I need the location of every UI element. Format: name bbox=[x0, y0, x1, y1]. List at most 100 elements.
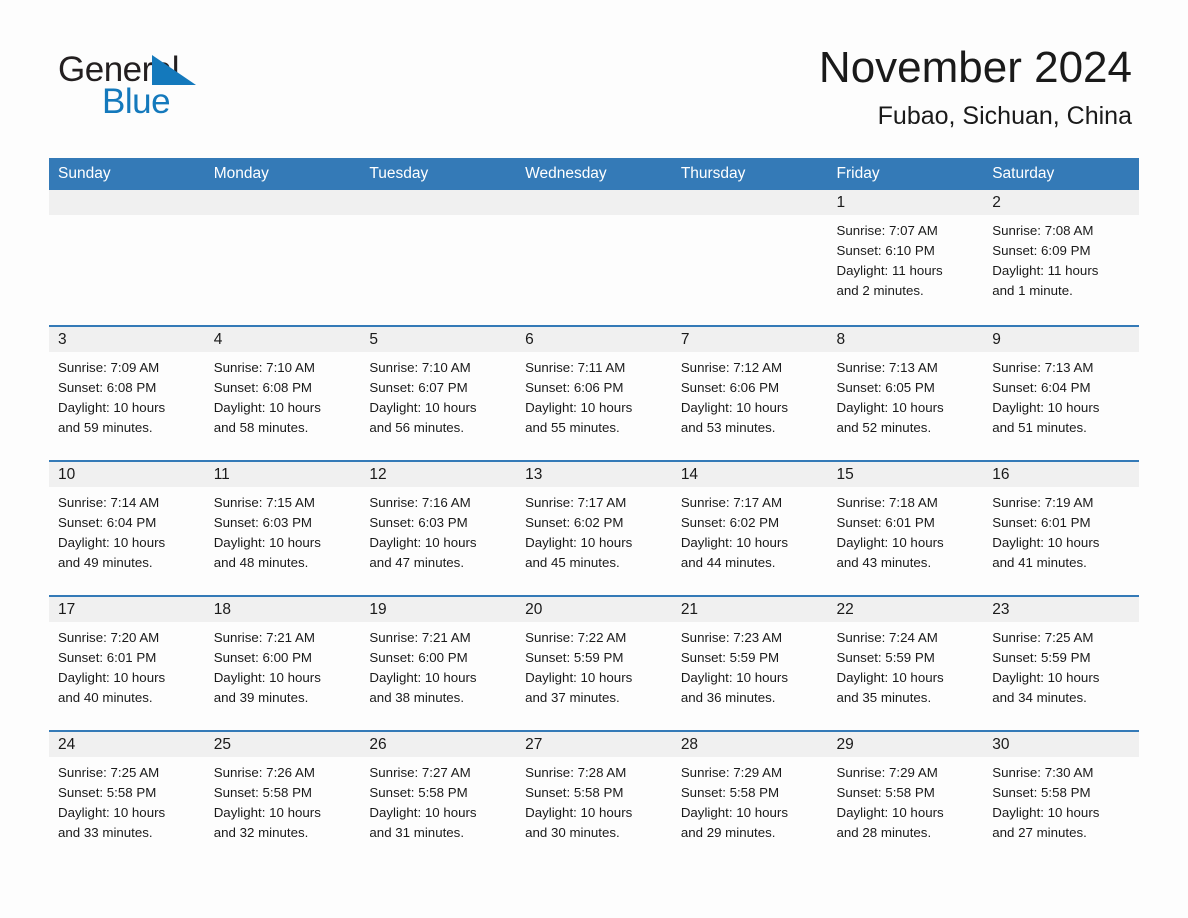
calendar-day-cell[interactable]: 17 Sunrise: 7:20 AM Sunset: 6:01 PM Dayligh… bbox=[49, 595, 205, 730]
daylight-text-line2: and 38 minutes. bbox=[369, 690, 465, 705]
daylight-text-line2: and 41 minutes. bbox=[992, 555, 1087, 570]
day-number: 20 bbox=[516, 597, 672, 622]
sunset-text: Sunset: 6:01 PM bbox=[836, 515, 935, 530]
day-cell-inner: 9 Sunrise: 7:13 AM Sunset: 6:04 PM Daylight… bbox=[983, 325, 1139, 460]
daylight-text-line2: and 40 minutes. bbox=[58, 690, 153, 705]
sunrise-text: Sunrise: 7:10 AM bbox=[213, 360, 315, 375]
sunrise-text: Sunrise: 7:11 AM bbox=[525, 360, 626, 375]
daylight-text-line2: and 36 minutes. bbox=[680, 690, 776, 705]
day-info: Sunrise: 7:17 AM Sunset: 6:02 PM Daylight:… bbox=[516, 487, 672, 573]
calendar-day-cell[interactable]: 27 Sunrise: 7:28 AM Sunset: 5:58 PM Dayligh… bbox=[516, 730, 672, 865]
calendar-day-cell[interactable]: 28 Sunrise: 7:29 AM Sunset: 5:58 PM Dayligh… bbox=[671, 730, 828, 865]
day-info: Sunrise: 7:15 AM Sunset: 6:03 PM Daylight:… bbox=[205, 487, 361, 573]
calendar-day-cell[interactable]: 1 Sunrise: 7:07 AM Sunset: 6:10 PM Daylight… bbox=[827, 190, 984, 325]
calendar-day-cell[interactable]: 3 Sunrise: 7:09 AM Sunset: 6:08 PM Daylight… bbox=[49, 325, 205, 460]
calendar-day-cell[interactable]: 29 Sunrise: 7:29 AM Sunset: 5:58 PM Dayligh… bbox=[827, 730, 984, 865]
day-cell-inner: 1 Sunrise: 7:07 AM Sunset: 6:10 PM Daylight… bbox=[827, 190, 984, 325]
day-number: 5 bbox=[360, 327, 517, 352]
calendar-day-cell[interactable]: 10 Sunrise: 7:14 AM Sunset: 6:04 PM Dayligh… bbox=[49, 460, 205, 595]
sunrise-text: Sunrise: 7:20 AM bbox=[58, 630, 160, 645]
calendar-day-cell[interactable]: 8 Sunrise: 7:13 AM Sunset: 6:05 PM Daylight… bbox=[827, 325, 984, 460]
day-info: Sunrise: 7:26 AM Sunset: 5:58 PM Daylight:… bbox=[205, 757, 361, 843]
daylight-text-line1: Daylight: 10 hours bbox=[213, 535, 321, 550]
day-info: Sunrise: 7:14 AM Sunset: 6:04 PM Daylight:… bbox=[49, 487, 205, 573]
calendar-day-cell[interactable]: 2 Sunrise: 7:08 AM Sunset: 6:09 PM Daylight… bbox=[983, 190, 1139, 325]
weekday-header-sunday: Sunday bbox=[49, 158, 205, 190]
daylight-text-line2: and 43 minutes. bbox=[836, 555, 932, 570]
sunset-text: Sunset: 6:04 PM bbox=[58, 515, 157, 530]
day-cell-inner: 17 Sunrise: 7:20 AM Sunset: 6:01 PM Dayligh… bbox=[49, 595, 205, 730]
day-info: Sunrise: 7:09 AM Sunset: 6:08 PM Daylight:… bbox=[49, 352, 205, 438]
calendar-day-cell[interactable]: 15 Sunrise: 7:18 AM Sunset: 6:01 PM Dayligh… bbox=[827, 460, 984, 595]
calendar-day-cell[interactable]: 18 Sunrise: 7:21 AM Sunset: 6:00 PM Dayligh… bbox=[204, 595, 361, 730]
daylight-text-line2: and 31 minutes. bbox=[369, 825, 465, 840]
day-cell-inner bbox=[671, 190, 828, 325]
day-info: Sunrise: 7:22 AM Sunset: 5:59 PM Daylight:… bbox=[516, 622, 672, 708]
daylight-text-line2: and 32 minutes. bbox=[213, 825, 309, 840]
daylight-text-line2: and 35 minutes. bbox=[836, 690, 932, 705]
calendar-day-cell[interactable]: 9 Sunrise: 7:13 AM Sunset: 6:04 PM Daylight… bbox=[983, 325, 1139, 460]
day-number: 12 bbox=[360, 462, 517, 487]
day-cell-inner: 26 Sunrise: 7:27 AM Sunset: 5:58 PM Dayligh… bbox=[360, 730, 517, 865]
daylight-text-line2: and 56 minutes. bbox=[369, 420, 465, 435]
calendar-day-cell[interactable]: 7 Sunrise: 7:12 AM Sunset: 6:06 PM Daylight… bbox=[671, 325, 828, 460]
sunrise-text: Sunrise: 7:14 AM bbox=[58, 495, 160, 510]
calendar-page: General Blue November 2024 Fubao, Sichua… bbox=[0, 0, 1188, 918]
day-info: Sunrise: 7:18 AM Sunset: 6:01 PM Daylight:… bbox=[828, 487, 984, 573]
day-info: Sunrise: 7:13 AM Sunset: 6:05 PM Daylight:… bbox=[828, 352, 984, 438]
sunset-text: Sunset: 5:59 PM bbox=[836, 650, 935, 665]
generalblue-logo[interactable]: General Blue bbox=[58, 52, 208, 120]
location-subtitle: Fubao, Sichuan, China bbox=[877, 101, 1132, 130]
calendar-day-cell[interactable]: 30 Sunrise: 7:30 AM Sunset: 5:58 PM Dayligh… bbox=[983, 730, 1139, 865]
daylight-text-line1: Daylight: 10 hours bbox=[369, 805, 477, 820]
sunset-text: Sunset: 6:00 PM bbox=[369, 650, 468, 665]
calendar-day-cell[interactable]: 11 Sunrise: 7:15 AM Sunset: 6:03 PM Dayligh… bbox=[204, 460, 361, 595]
day-cell-inner: 13 Sunrise: 7:17 AM Sunset: 6:02 PM Dayligh… bbox=[516, 460, 672, 595]
daylight-text-line2: and 52 minutes. bbox=[836, 420, 932, 435]
daylight-text-line1: Daylight: 10 hours bbox=[992, 535, 1100, 550]
daylight-text-line1: Daylight: 10 hours bbox=[680, 805, 788, 820]
day-info: Sunrise: 7:20 AM Sunset: 6:01 PM Daylight:… bbox=[49, 622, 205, 708]
day-number: 10 bbox=[49, 462, 205, 487]
calendar-day-cell bbox=[204, 190, 361, 325]
sunrise-text: Sunrise: 7:08 AM bbox=[992, 223, 1094, 238]
day-cell-inner: 23 Sunrise: 7:25 AM Sunset: 5:59 PM Dayligh… bbox=[983, 595, 1139, 730]
day-number bbox=[360, 190, 517, 215]
day-number: 23 bbox=[983, 597, 1139, 622]
calendar-day-cell[interactable]: 5 Sunrise: 7:10 AM Sunset: 6:07 PM Daylight… bbox=[360, 325, 517, 460]
daylight-text-line1: Daylight: 10 hours bbox=[992, 805, 1100, 820]
day-info: Sunrise: 7:24 AM Sunset: 5:59 PM Daylight:… bbox=[828, 622, 984, 708]
daylight-text-line1: Daylight: 10 hours bbox=[836, 805, 944, 820]
calendar-day-cell[interactable]: 26 Sunrise: 7:27 AM Sunset: 5:58 PM Dayligh… bbox=[360, 730, 517, 865]
day-number bbox=[204, 190, 361, 215]
daylight-text-line2: and 37 minutes. bbox=[525, 690, 620, 705]
calendar-week-row: 17 Sunrise: 7:20 AM Sunset: 6:01 PM Dayligh… bbox=[49, 595, 1139, 730]
calendar-day-cell[interactable]: 13 Sunrise: 7:17 AM Sunset: 6:02 PM Dayligh… bbox=[516, 460, 672, 595]
day-info: Sunrise: 7:08 AM Sunset: 6:09 PM Daylight:… bbox=[983, 215, 1139, 301]
calendar-day-cell[interactable]: 6 Sunrise: 7:11 AM Sunset: 6:06 PM Daylight… bbox=[516, 325, 672, 460]
sunrise-text: Sunrise: 7:24 AM bbox=[836, 630, 938, 645]
sunrise-text: Sunrise: 7:25 AM bbox=[992, 630, 1094, 645]
calendar-day-cell[interactable]: 25 Sunrise: 7:26 AM Sunset: 5:58 PM Dayligh… bbox=[204, 730, 361, 865]
daylight-text-line2: and 49 minutes. bbox=[58, 555, 153, 570]
calendar-day-cell[interactable]: 14 Sunrise: 7:17 AM Sunset: 6:02 PM Dayligh… bbox=[671, 460, 828, 595]
sunset-text: Sunset: 6:02 PM bbox=[525, 515, 624, 530]
day-cell-inner: 29 Sunrise: 7:29 AM Sunset: 5:58 PM Dayligh… bbox=[827, 730, 984, 865]
calendar-day-cell[interactable]: 19 Sunrise: 7:21 AM Sunset: 6:00 PM Dayligh… bbox=[360, 595, 517, 730]
calendar-day-cell[interactable]: 4 Sunrise: 7:10 AM Sunset: 6:08 PM Daylight… bbox=[204, 325, 361, 460]
calendar-day-cell[interactable]: 23 Sunrise: 7:25 AM Sunset: 5:59 PM Dayligh… bbox=[983, 595, 1139, 730]
day-info: Sunrise: 7:21 AM Sunset: 6:00 PM Daylight:… bbox=[360, 622, 516, 708]
calendar-day-cell[interactable]: 12 Sunrise: 7:16 AM Sunset: 6:03 PM Dayligh… bbox=[360, 460, 517, 595]
calendar-day-cell[interactable]: 21 Sunrise: 7:23 AM Sunset: 5:59 PM Dayligh… bbox=[671, 595, 828, 730]
day-number: 19 bbox=[360, 597, 517, 622]
daylight-text-line1: Daylight: 11 hours bbox=[992, 263, 1099, 278]
calendar-day-cell[interactable]: 20 Sunrise: 7:22 AM Sunset: 5:59 PM Dayligh… bbox=[516, 595, 672, 730]
calendar-day-cell[interactable]: 24 Sunrise: 7:25 AM Sunset: 5:58 PM Dayligh… bbox=[49, 730, 205, 865]
calendar-day-cell[interactable]: 22 Sunrise: 7:24 AM Sunset: 5:59 PM Dayligh… bbox=[827, 595, 984, 730]
day-number: 26 bbox=[360, 732, 517, 757]
calendar-day-cell[interactable]: 16 Sunrise: 7:19 AM Sunset: 6:01 PM Dayligh… bbox=[983, 460, 1139, 595]
sunset-text: Sunset: 6:01 PM bbox=[58, 650, 157, 665]
day-cell-inner: 22 Sunrise: 7:24 AM Sunset: 5:59 PM Dayligh… bbox=[827, 595, 984, 730]
day-info: Sunrise: 7:25 AM Sunset: 5:58 PM Daylight:… bbox=[49, 757, 205, 843]
day-number bbox=[516, 190, 672, 215]
